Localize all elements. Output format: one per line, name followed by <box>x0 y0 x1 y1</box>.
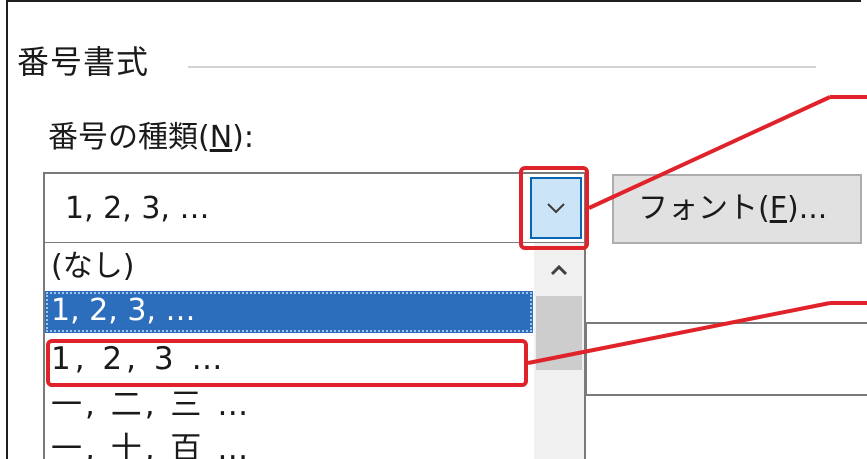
leader-line-top <box>588 95 831 210</box>
leader-line-bottom <box>527 301 831 365</box>
callout-leader-lines <box>527 95 867 365</box>
